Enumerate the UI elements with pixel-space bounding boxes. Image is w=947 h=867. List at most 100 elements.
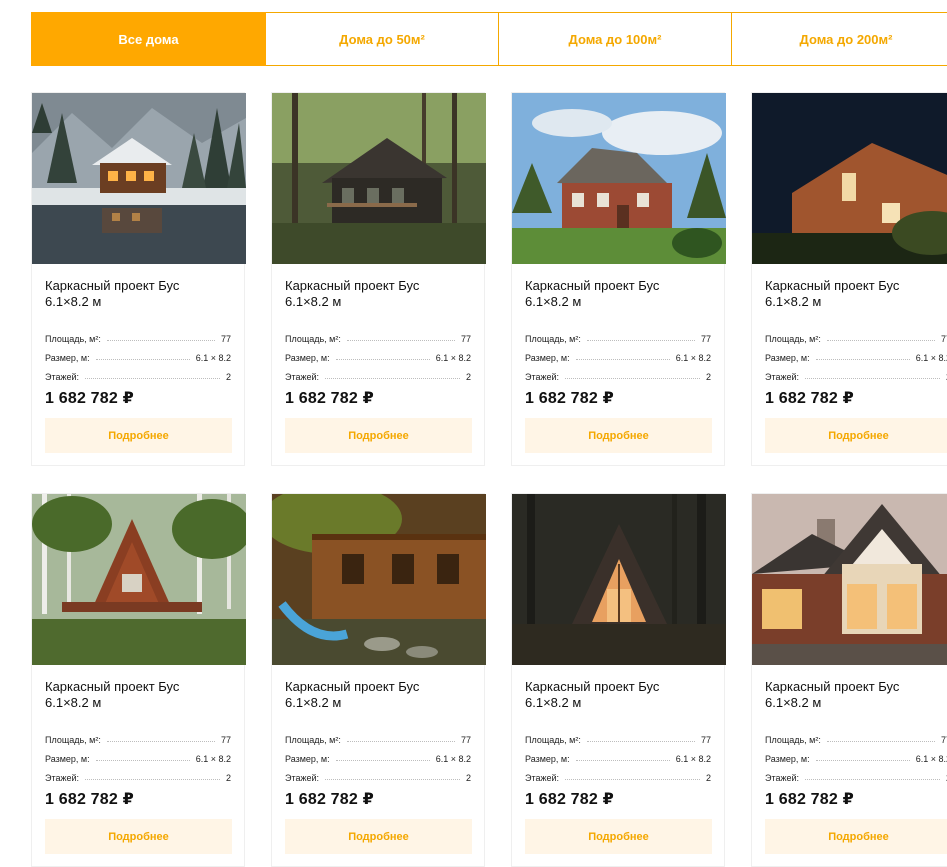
house-photo[interactable] [32,93,246,264]
house-card: Каркасный проект Бус 6.1×8.2 м Площадь, … [31,92,246,466]
house-title-size: 6.1×8.2 м [525,695,582,710]
house-title-name: Каркасный проект Бус [525,679,660,694]
spec-value: 2 [465,372,471,382]
spec-value: 2 [705,372,711,382]
details-button[interactable]: Подробнее [525,819,712,854]
spec-dots [325,779,460,780]
spec-floors: Этажей:2 [285,363,471,382]
spec-size: Размер, м: 6.1 × 8.2 [765,344,947,363]
spec-value: 6.1 × 8.2 [195,353,231,363]
spec-value: 77 [460,334,471,344]
tab-houses-100[interactable]: Дома до 100м² [499,12,732,66]
spec-dots [85,378,220,379]
house-card: Каркасный проект Бус 6.1×8.2 м Площадь, … [271,493,486,867]
spec-dots [346,741,455,742]
spec-label: Этажей: [765,773,800,783]
spec-label: Этажей: [45,773,80,783]
spec-dots [346,340,455,341]
house-title: Каркасный проект Бус 6.1×8.2 м [285,679,475,711]
details-button[interactable]: Подробнее [765,418,947,453]
house-title-size: 6.1×8.2 м [285,294,342,309]
spec-value: 77 [940,735,947,745]
spec-value: 6.1 × 8.2 [675,353,711,363]
spec-size: Размер, м: 6.1 × 8.2 [45,745,231,764]
spec-dots [826,741,935,742]
house-title: Каркасный проект Бус 6.1×8.2 м [765,278,947,310]
house-title-name: Каркасный проект Бус [45,278,180,293]
spec-label: Размер, м: [45,754,90,764]
house-title-name: Каркасный проект Бус [765,278,900,293]
spec-area: Площадь, м²: 77 [765,325,947,344]
spec-area: Площадь, м²: 77 [525,726,711,745]
spec-value: 6.1 × 8.2 [915,754,947,764]
house-specs: Площадь, м²: 77 Размер, м: 6.1 × 8.2 Этаже… [45,726,231,783]
spec-dots [335,760,430,761]
tab-all-houses[interactable]: Все дома [31,12,266,66]
spec-dots [586,340,695,341]
house-title-name: Каркасный проект Бус [525,278,660,293]
details-button[interactable]: Подробнее [525,418,712,453]
spec-value: 2 [225,372,231,382]
spec-label: Этажей: [525,372,560,382]
spec-size: Размер, м: 6.1 × 8.2 [285,745,471,764]
details-button[interactable]: Подробнее [285,819,472,854]
house-photo[interactable] [512,93,726,264]
spec-value: 6.1 × 8.2 [915,353,947,363]
house-price: 1 682 782 ₽ [765,791,854,808]
tab-houses-50[interactable]: Дома до 50м² [266,12,499,66]
house-photo[interactable] [752,494,947,665]
spec-dots [575,359,670,360]
spec-dots [586,741,695,742]
house-specs: Площадь, м²: 77 Размер, м: 6.1 × 8.2 Этаже… [765,325,947,382]
spec-label: Площадь, м²: [45,334,101,344]
spec-dots [95,760,190,761]
spec-dots [826,340,935,341]
spec-size: Размер, м: 6.1 × 8.2 [285,344,471,363]
spec-dots [575,760,670,761]
house-price: 1 682 782 ₽ [45,791,134,808]
spec-area: Площадь, м²: 77 [285,726,471,745]
details-button[interactable]: Подробнее [45,418,232,453]
spec-value: 6.1 × 8.2 [195,754,231,764]
house-specs: Площадь, м²: 77 Размер, м: 6.1 × 8.2 Этаже… [285,325,471,382]
spec-label: Площадь, м²: [765,334,821,344]
details-button[interactable]: Подробнее [45,819,232,854]
details-button[interactable]: Подробнее [285,418,472,453]
house-photo[interactable] [32,494,246,665]
house-card: Каркасный проект Бус 6.1×8.2 м Площадь, … [31,493,246,867]
spec-label: Площадь, м²: [525,735,581,745]
spec-label: Размер, м: [45,353,90,363]
spec-label: Размер, м: [285,353,330,363]
house-photo[interactable] [272,93,486,264]
spec-label: Этажей: [285,773,320,783]
house-photo[interactable] [512,494,726,665]
spec-value: 6.1 × 8.2 [675,754,711,764]
spec-label: Площадь, м²: [285,334,341,344]
spec-label: Площадь, м²: [285,735,341,745]
spec-value: 77 [700,334,711,344]
house-photo[interactable] [752,93,947,264]
spec-size: Размер, м: 6.1 × 8.2 [525,745,711,764]
details-button[interactable]: Подробнее [765,819,947,854]
spec-label: Размер, м: [285,754,330,764]
house-card: Каркасный проект Бус 6.1×8.2 м Площадь, … [511,493,726,867]
spec-dots [815,760,910,761]
house-title: Каркасный проект Бус 6.1×8.2 м [45,679,235,711]
house-price: 1 682 782 ₽ [525,390,614,407]
house-specs: Площадь, м²: 77 Размер, м: 6.1 × 8.2 Этаже… [525,325,711,382]
house-title-name: Каркасный проект Бус [765,679,900,694]
house-title: Каркасный проект Бус 6.1×8.2 м [765,679,947,711]
house-price: 1 682 782 ₽ [45,390,134,407]
spec-size: Размер, м: 6.1 × 8.2 [45,344,231,363]
house-specs: Площадь, м²: 77 Размер, м: 6.1 × 8.2 Этаже… [45,325,231,382]
house-price: 1 682 782 ₽ [285,390,374,407]
spec-floors: Этажей:2 [765,363,947,382]
spec-dots [805,378,940,379]
house-photo[interactable] [272,494,486,665]
tab-houses-200[interactable]: Дома до 200м² [732,12,947,66]
house-title-size: 6.1×8.2 м [765,294,822,309]
spec-floors: Этажей:2 [765,764,947,783]
house-title: Каркасный проект Бус 6.1×8.2 м [525,278,715,310]
house-title-size: 6.1×8.2 м [45,294,102,309]
spec-value: 77 [460,735,471,745]
